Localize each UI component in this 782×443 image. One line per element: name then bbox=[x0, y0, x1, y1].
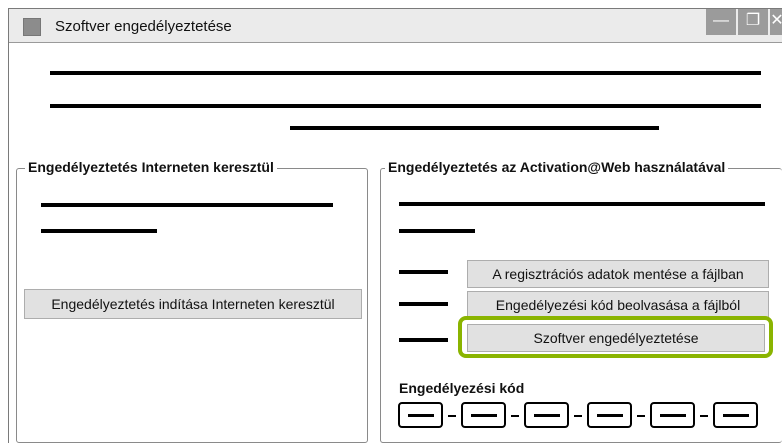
code-field-placeholder-dash bbox=[408, 414, 434, 417]
web-text-line-2 bbox=[399, 229, 475, 233]
internet-text-line-2 bbox=[41, 229, 157, 233]
web-group-legend: Engedélyeztetés az Activation@Web haszná… bbox=[385, 159, 729, 175]
title-bar: Szoftver engedélyeztetése — ❐ ✕ bbox=[9, 9, 782, 43]
web-text-line-1 bbox=[399, 202, 765, 206]
start-internet-activation-button[interactable]: Engedélyeztetés indítása Interneten kere… bbox=[24, 289, 362, 319]
code-field-separator bbox=[448, 415, 456, 417]
minimize-button[interactable]: — bbox=[706, 9, 736, 35]
activation-code-field[interactable] bbox=[650, 402, 695, 428]
activation-code-label: Engedélyezési kód bbox=[399, 380, 525, 396]
activation-code-field[interactable] bbox=[713, 402, 758, 428]
internet-text-line-1 bbox=[41, 203, 333, 207]
maximize-button[interactable]: ❐ bbox=[738, 9, 768, 35]
close-button[interactable]: ✕ bbox=[770, 9, 782, 35]
app-icon bbox=[23, 18, 41, 36]
code-field-placeholder-dash bbox=[660, 414, 686, 417]
code-field-placeholder-dash bbox=[471, 414, 497, 417]
activate-software-button[interactable]: Szoftver engedélyeztetése bbox=[467, 324, 765, 352]
activation-code-field[interactable] bbox=[461, 402, 506, 428]
code-field-separator bbox=[637, 415, 645, 417]
internet-group-legend: Engedélyeztetés Interneten keresztül bbox=[25, 159, 277, 175]
code-field-placeholder-dash bbox=[534, 414, 560, 417]
read-activation-code-button[interactable]: Engedélyezési kód beolvasása a fájlból bbox=[467, 291, 769, 319]
step-marker-2 bbox=[399, 302, 448, 306]
intro-text-line-3 bbox=[290, 126, 659, 130]
code-field-separator bbox=[574, 415, 582, 417]
code-field-separator bbox=[700, 415, 708, 417]
activation-code-field[interactable] bbox=[398, 402, 443, 428]
step-marker-3 bbox=[399, 338, 448, 342]
code-field-separator bbox=[511, 415, 519, 417]
window-title: Szoftver engedélyeztetése bbox=[55, 18, 232, 35]
code-field-placeholder-dash bbox=[597, 414, 623, 417]
activation-code-field[interactable] bbox=[524, 402, 569, 428]
intro-text-line-2 bbox=[50, 104, 761, 108]
activation-code-field[interactable] bbox=[587, 402, 632, 428]
step-marker-1 bbox=[399, 270, 448, 274]
intro-text-line-1 bbox=[50, 71, 761, 75]
code-field-placeholder-dash bbox=[723, 414, 749, 417]
save-registration-data-button[interactable]: A regisztrációs adatok mentése a fájlban bbox=[467, 260, 769, 288]
